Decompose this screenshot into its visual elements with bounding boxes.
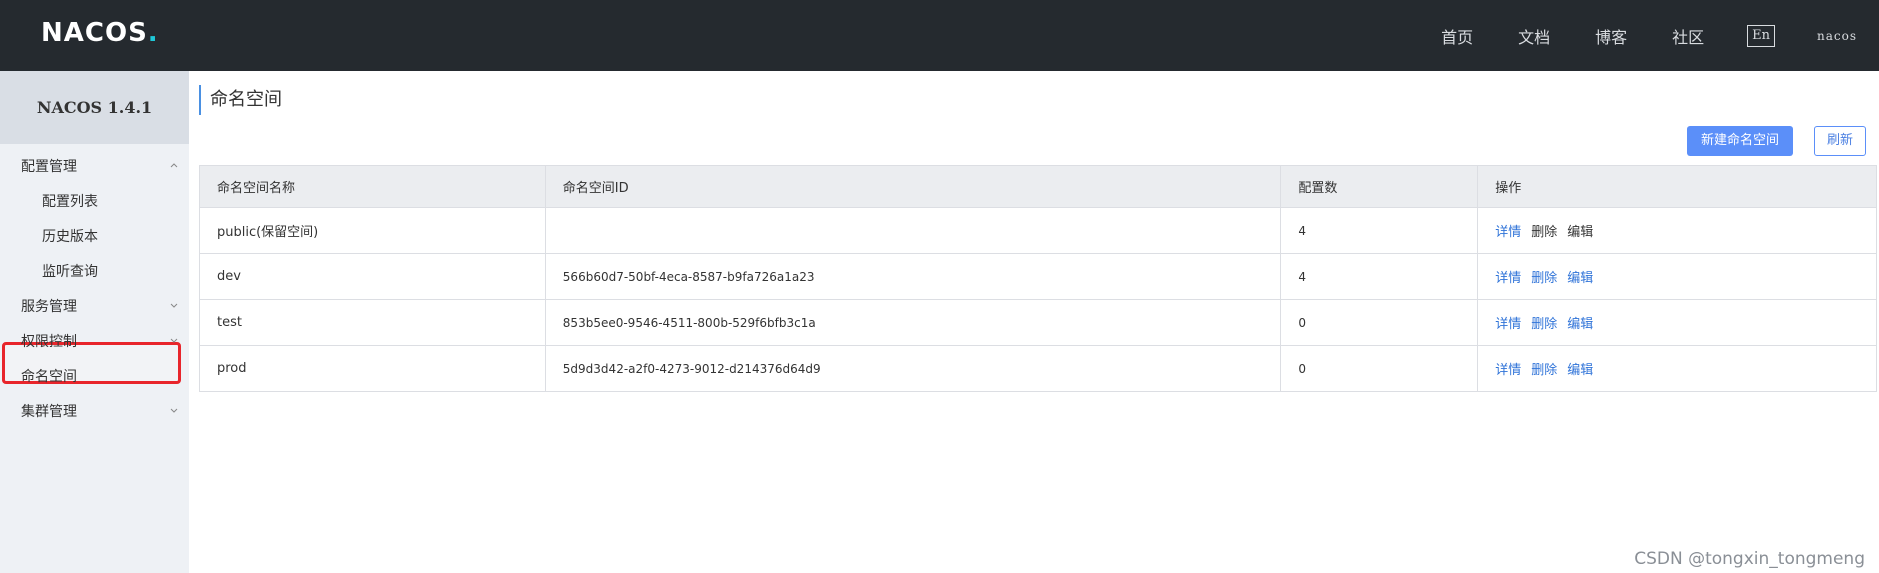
row-actions: 详情 删除 编辑 [1477, 207, 1877, 254]
new-namespace-button[interactable]: 新建命名空间 [1687, 126, 1793, 156]
refresh-button[interactable]: 刷新 [1814, 126, 1866, 156]
sidebar-item-label: 配置列表 [42, 194, 98, 210]
language-switch-button[interactable]: En [1747, 24, 1775, 47]
namespace-table: 命名空间名称 命名空间ID 配置数 操作 public(保留空间) 4 详情 删除… [199, 165, 1877, 392]
detail-link[interactable]: 详情 [1495, 271, 1521, 286]
top-nav: 首页 文档 博客 社区 En nacos [1396, 0, 1857, 71]
namespace-id: 566b60d7-50bf-4eca-8587-b9fa726a1a23 [544, 253, 1282, 300]
table-row: public(保留空间) 4 详情 删除 编辑 [199, 207, 1877, 254]
sidebar-item-cluster-management[interactable]: 集群管理 [0, 389, 189, 431]
config-count: 0 [1280, 345, 1479, 392]
namespace-name: test [199, 299, 546, 346]
page-title: 命名空间 [199, 85, 282, 115]
config-count: 4 [1280, 207, 1479, 254]
nav-blog[interactable]: 博客 [1595, 24, 1627, 48]
chevron-down-icon [170, 338, 178, 343]
nacos-logo[interactable]: NACOS. [41, 18, 159, 48]
namespace-id: 5d9d3d42-a2f0-4273-9012-d214376d64d9 [544, 345, 1282, 392]
edit-link[interactable]: 编辑 [1567, 363, 1593, 378]
sidebar-item-label: 权限控制 [21, 334, 77, 350]
namespace-id [544, 207, 1282, 254]
column-header-count: 配置数 [1280, 165, 1479, 208]
namespace-name: prod [199, 345, 546, 392]
nav-home[interactable]: 首页 [1441, 24, 1473, 48]
column-header-id: 命名空间ID [544, 165, 1282, 208]
delete-link[interactable]: 删除 [1531, 271, 1557, 286]
namespace-name: public(保留空间) [199, 207, 546, 254]
chevron-up-icon [170, 163, 178, 168]
row-actions: 详情 删除 编辑 [1477, 253, 1877, 300]
detail-link[interactable]: 详情 [1495, 363, 1521, 378]
table-row: dev 566b60d7-50bf-4eca-8587-b9fa726a1a23… [199, 253, 1877, 300]
table-row: prod 5d9d3d42-a2f0-4273-9012-d214376d64d… [199, 345, 1877, 392]
user-menu[interactable]: nacos [1817, 29, 1857, 43]
nav-docs[interactable]: 文档 [1518, 24, 1550, 48]
table-row: test 853b5ee0-9546-4511-800b-529f6bfb3c1… [199, 299, 1877, 346]
row-actions: 详情 删除 编辑 [1477, 299, 1877, 346]
sidebar-item-label: 监听查询 [42, 264, 98, 280]
edit-link[interactable]: 编辑 [1567, 271, 1593, 286]
main-content: 命名空间 新建命名空间 刷新 命名空间名称 命名空间ID 配置数 操作 publ… [189, 71, 1879, 573]
delete-link[interactable]: 删除 [1531, 317, 1557, 332]
top-navbar: NACOS. 首页 文档 博客 社区 En nacos [0, 0, 1879, 71]
nav-community[interactable]: 社区 [1672, 24, 1704, 48]
chevron-down-icon [170, 408, 178, 413]
edit-link[interactable]: 编辑 [1567, 225, 1593, 240]
watermark: CSDN @tongxin_tongmeng [1634, 549, 1865, 569]
sidebar: NACOS 1.4.1 配置管理 配置列表 历史版本 监听查询 服务管理 权限控… [0, 71, 189, 573]
detail-link[interactable]: 详情 [1495, 225, 1521, 240]
version-label: NACOS 1.4.1 [0, 71, 189, 144]
table-header-row: 命名空间名称 命名空间ID 配置数 操作 [199, 165, 1877, 208]
config-count: 0 [1280, 299, 1479, 346]
chevron-down-icon [170, 303, 178, 308]
detail-link[interactable]: 详情 [1495, 317, 1521, 332]
sidebar-item-label: 命名空间 [21, 369, 77, 385]
delete-link[interactable]: 删除 [1531, 225, 1557, 240]
sidebar-item-label: 配置管理 [21, 159, 77, 175]
sidebar-item-label: 集群管理 [21, 404, 77, 420]
edit-link[interactable]: 编辑 [1567, 317, 1593, 332]
delete-link[interactable]: 删除 [1531, 363, 1557, 378]
column-header-name: 命名空间名称 [199, 165, 546, 208]
namespace-name: dev [199, 253, 546, 300]
row-actions: 详情 删除 编辑 [1477, 345, 1877, 392]
config-count: 4 [1280, 253, 1479, 300]
namespace-id: 853b5ee0-9546-4511-800b-529f6bfb3c1a [544, 299, 1282, 346]
sidebar-item-label: 服务管理 [21, 299, 77, 315]
sidebar-item-label: 历史版本 [42, 229, 98, 245]
column-header-actions: 操作 [1477, 165, 1877, 208]
